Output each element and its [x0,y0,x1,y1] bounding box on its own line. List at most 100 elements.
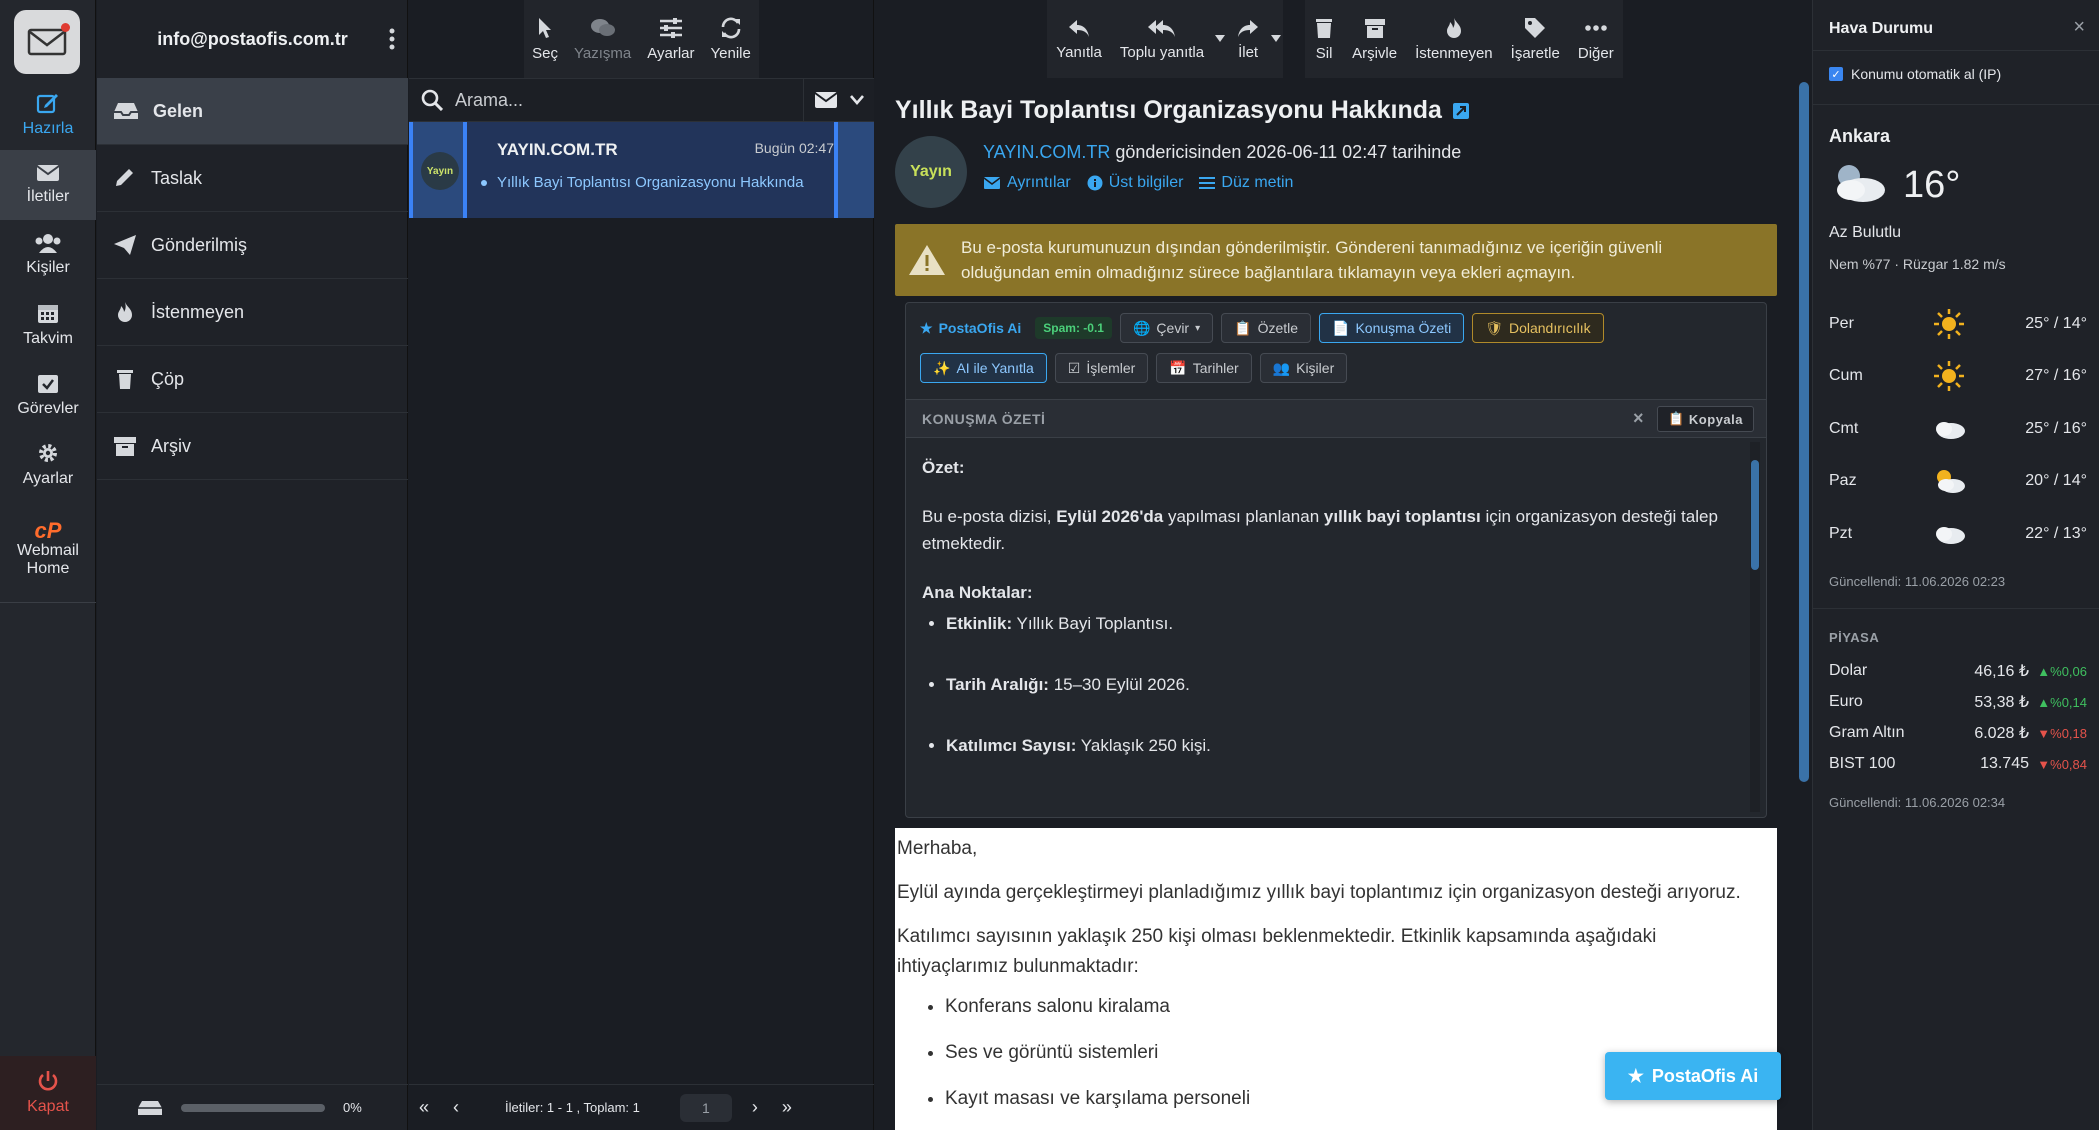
forecast-temp: 25° / 16° [2025,420,2087,437]
cloud-icon [1929,418,1969,440]
more-button[interactable]: Diğer [1568,0,1623,78]
copy-button[interactable]: 📋 Kopyala [1657,406,1754,432]
cloud-icon [1929,523,1969,545]
reply-all-dropdown[interactable] [1213,0,1228,78]
app-logo[interactable] [14,10,80,74]
mark-button[interactable]: İşaretle [1501,0,1569,78]
headers-link[interactable]: Üst bilgiler [1087,174,1183,192]
more-icon [1584,24,1607,31]
dates-button[interactable]: 📅 Tarihler [1156,353,1252,383]
open-new-window-icon[interactable] [1452,102,1470,120]
rail-label: Görevler [17,400,79,417]
page-number-input[interactable]: 1 [679,1093,732,1122]
conversation-summary-button[interactable]: 📄 Konuşma Özeti [1319,313,1465,343]
ai-reply-button[interactable]: ✨ AI ile Yanıtla [920,353,1047,383]
summary-body: Özet: Bu e-posta dizisi, Eylül 2026'da y… [922,454,1732,793]
search-options[interactable] [804,91,864,109]
mail-icon [36,165,60,181]
market-row: Euro 53,38 ₺ ▲%0,14 [1829,687,2087,717]
ai-assistant-button[interactable]: ★ PostaOfis Ai [1605,1052,1781,1100]
chat-icon [590,18,615,36]
folder-junk[interactable]: İstenmeyen [97,279,408,346]
rail-label: Kişiler [26,259,70,276]
folder-trash[interactable]: Çöp [97,346,408,413]
rail-compose-button[interactable]: Hazırla [0,80,96,150]
folder-drafts[interactable]: Taslak [97,145,408,212]
quota-bar [181,1103,325,1112]
refresh-button[interactable]: Yenile [702,0,759,78]
toolbar-label: İşaretle [1510,44,1560,62]
market-row: Gram Altın 6.028 ₺ ▼%0,18 [1829,718,2087,748]
search-input[interactable] [443,79,803,121]
storage-icon [138,1100,162,1115]
sender-link[interactable]: YAYIN.COM.TR [983,142,1110,162]
rail-contacts-button[interactable]: Kişiler [0,220,96,290]
body-greeting: Merhaba, [897,838,978,859]
details-label: Ayrıntılar [1007,174,1071,191]
sender-avatar: Yayın [421,152,459,190]
thread-button[interactable]: Yazışma [566,0,640,78]
weather-sidebar: Hava Durumu × ✓ Konumu otomatik al (IP) A… [1812,0,2099,1130]
body-paragraph: Eylül ayında gerçekleştirmeyi planladığı… [897,882,1741,903]
summary-title: KONUŞMA ÖZETİ [922,410,1046,427]
conversation-summary-label: Konuşma Özeti [1355,320,1452,336]
auto-location-checkbox[interactable]: ✓ Konumu otomatik al (IP) [1829,66,2001,82]
partly-cloudy-icon [1829,160,1889,206]
account-menu-icon[interactable] [389,28,395,50]
ai-toolbar-row-1: ★ PostaOfis Ai Spam: -0.1 🌐 Çevir ▾ 📋 Özetle… [920,313,1604,343]
logout-button[interactable]: Kapat [0,1056,96,1130]
rail-messages-button[interactable]: İletiler [0,150,96,220]
folder-label: İstenmeyen [151,301,245,322]
prev-page-icon[interactable]: ‹ [453,1097,459,1118]
translate-button[interactable]: 🌐 Çevir ▾ [1119,313,1214,343]
toolbar-label: Arşivle [1352,44,1398,62]
plain-text-link[interactable]: Düz metin [1199,174,1293,192]
sun-cloud-icon [1929,467,1969,495]
forecast-day: Pzt [1829,525,1853,542]
calendar-icon: 📅 [1169,359,1187,376]
forecast-row: Pzt 22° / 13° [1829,514,2087,554]
folder-inbox[interactable]: Gelen [97,78,408,145]
unread-dot [481,180,487,186]
close-icon[interactable]: × [2073,16,2085,39]
forward-button[interactable]: İlet [1227,0,1270,78]
refresh-icon [721,17,740,38]
compose-icon [36,94,58,114]
forecast-temp: 20° / 14° [2025,472,2087,489]
envelope-logo-icon [27,28,67,56]
folder-label: Çöp [151,368,185,389]
reply-all-button[interactable]: Toplu yanıtla [1110,0,1214,78]
tasks-icon [38,375,58,393]
junk-button[interactable]: İstenmeyen [1406,0,1502,78]
reading-scrollbar[interactable] [1797,78,1811,1130]
calendar-icon [38,305,58,323]
toolbar-label: İlet [1238,43,1259,61]
first-page-icon[interactable]: « [419,1097,429,1118]
table-row[interactable]: Yayın YAYIN.COM.TR Bugün 02:47 Yıllık Ba… [409,122,874,218]
close-icon[interactable]: × [1633,408,1644,429]
scrollbar-thumb[interactable] [1799,82,1809,782]
forward-dropdown[interactable] [1269,0,1284,78]
list-options-button[interactable]: Ayarlar [639,0,703,78]
folder-sent[interactable]: Gönderilmiş [97,212,408,279]
archive-button[interactable]: Arşivle [1343,0,1407,78]
rail-webmail-home-button[interactable]: cP Webmail Home [0,510,96,590]
ai-assistant-label: PostaOfis Ai [1651,1065,1759,1086]
people-button[interactable]: 👥 Kişiler [1259,353,1348,383]
reply-button[interactable]: Yanıtla [1047,0,1111,78]
delete-button[interactable]: Sil [1305,0,1344,78]
market-change: ▲%0,06 [2037,663,2087,679]
details-link[interactable]: Ayrıntılar [983,174,1071,192]
actions-button[interactable]: ☑ İşlemler [1054,353,1149,383]
folder-archive[interactable]: Arşiv [97,413,408,480]
summary-scrollbar[interactable] [1750,442,1760,812]
rail-calendar-button[interactable]: Takvim [0,290,96,360]
quota-percent: 0% [343,1100,362,1115]
next-page-icon[interactable]: › [752,1097,758,1118]
fraud-check-button[interactable]: 🛡 Dolandırıcılık [1472,313,1604,343]
last-page-icon[interactable]: » [782,1097,792,1118]
summarize-button[interactable]: 📋 Özetle [1221,313,1312,343]
rail-tasks-button[interactable]: Görevler [0,360,96,430]
rail-settings-button[interactable]: Ayarlar [0,430,96,500]
select-button[interactable]: Seç [524,0,567,78]
